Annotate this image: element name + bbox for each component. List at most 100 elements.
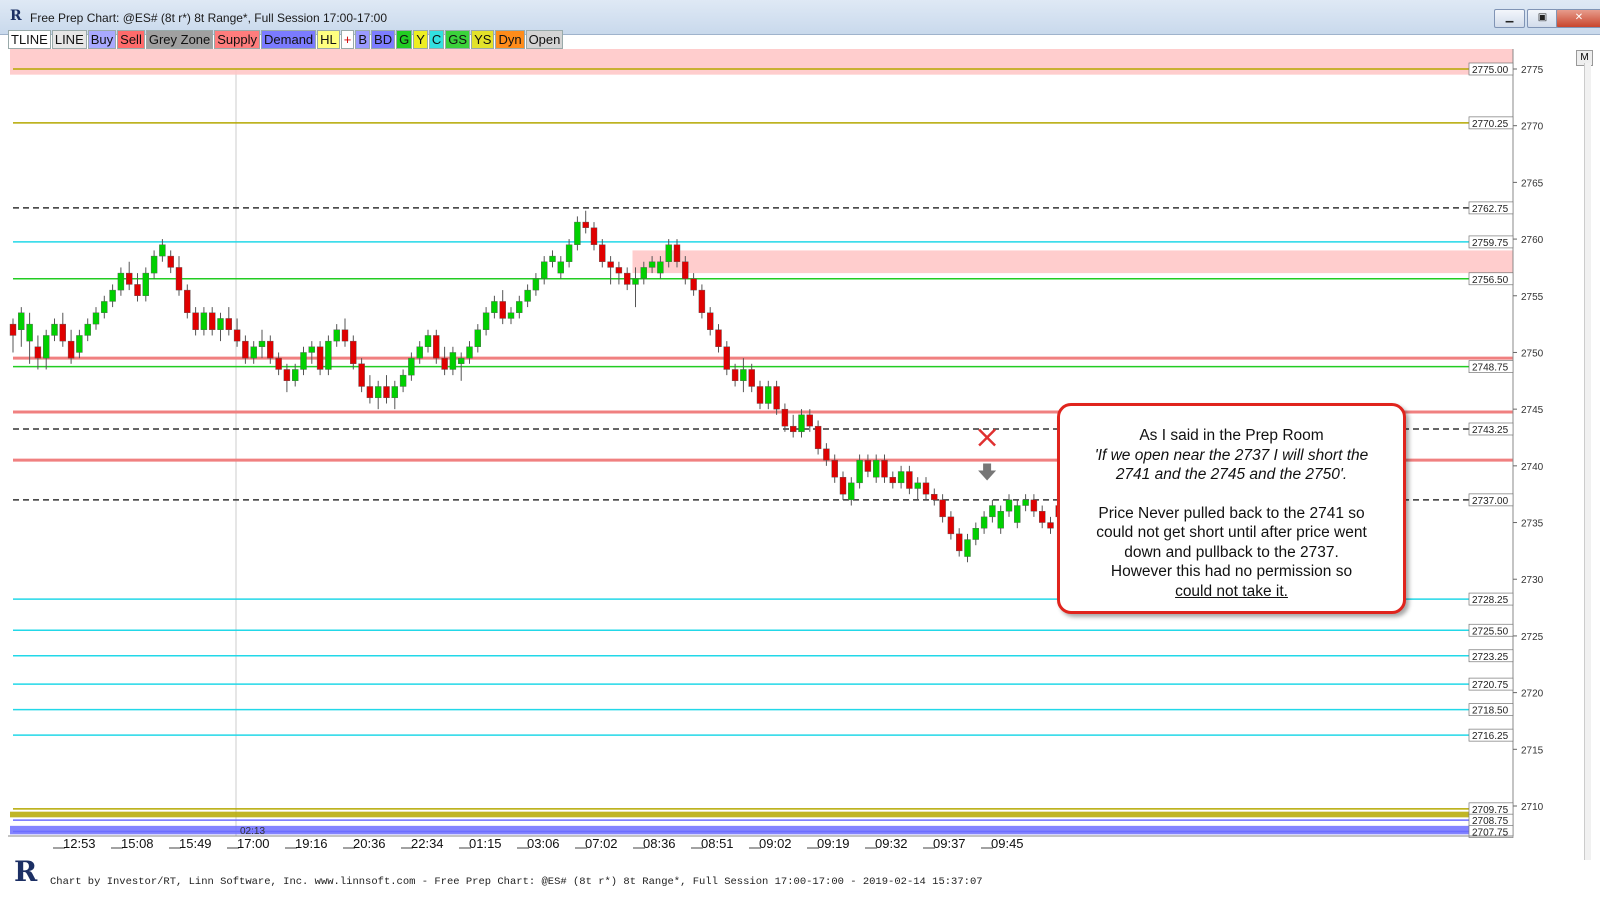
y-tick-label-6: 2740: [1521, 462, 1544, 473]
toolbar-button-sell[interactable]: Sell: [117, 30, 145, 49]
candle-body-123: [1030, 499, 1038, 512]
candle-body-11: [101, 301, 108, 313]
candle-body-83: [698, 289, 706, 313]
maximize-button[interactable]: ▣: [1527, 9, 1558, 28]
toolbar-button-crosshair[interactable]: +: [340, 30, 355, 49]
candle-body-109: [914, 482, 921, 489]
candle-body-102: [856, 459, 863, 484]
candle-body-90: [756, 386, 764, 404]
candle-body-3: [34, 346, 42, 359]
toolbar-button-tline[interactable]: TLINE: [8, 30, 51, 49]
toolbar-button-b[interactable]: B: [355, 30, 371, 49]
toolbar-button-g[interactable]: G: [396, 30, 413, 49]
toolbar-button-open[interactable]: Open: [525, 30, 564, 49]
candle-body-92: [773, 386, 780, 410]
x-tick-label-11: 08:51: [701, 836, 734, 851]
candle-body-79: [665, 244, 672, 262]
callout-line-8: could not take it.: [1175, 582, 1288, 600]
candle-body-12: [109, 289, 116, 302]
toolbar-button-dyn[interactable]: Dyn: [495, 30, 525, 49]
toolbar-button-buy[interactable]: Buy: [87, 30, 117, 49]
y-tick-label-4: 2730: [1521, 575, 1544, 586]
annotation-callout: As I said in the Prep Room 'If we open n…: [1057, 403, 1406, 614]
candle-body-96: [806, 414, 813, 427]
candle-body-27: [233, 329, 241, 342]
toolbar-button-bd[interactable]: BD: [371, 30, 396, 49]
toolbar-button-hl[interactable]: HL: [317, 30, 340, 49]
x-tick-label-13: 09:19: [817, 836, 850, 851]
candle-body-54: [458, 357, 465, 364]
candle-body-50: [424, 335, 432, 347]
candle-body-115: [964, 539, 971, 557]
level-label-7: 2748.75: [1472, 363, 1509, 374]
candle-body-110: [922, 482, 930, 495]
y-tick-label-2: 2720: [1521, 689, 1544, 700]
zone-3: [10, 811, 1513, 818]
toolbar-button-y[interactable]: Y: [413, 30, 428, 49]
level-label-15: 2720.75: [1472, 680, 1509, 691]
candle-body-75: [632, 278, 639, 285]
candle-body-22: [192, 312, 199, 330]
candle-body-43: [366, 386, 374, 399]
candle-body-29: [250, 346, 257, 359]
candle-body-9: [84, 323, 91, 336]
toolbar-button-supply[interactable]: Supply: [214, 30, 261, 49]
candle-body-104: [873, 459, 880, 478]
x-tick-label-16: 09:45: [991, 836, 1024, 851]
candle-body-78: [657, 261, 664, 274]
candle-body-13: [117, 272, 125, 291]
candle-body-114: [956, 533, 963, 552]
candle-body-112: [939, 499, 946, 518]
candle-body-8: [76, 335, 83, 353]
candle-body-122: [1022, 499, 1029, 506]
toolbar-button-line[interactable]: LINE: [51, 30, 87, 49]
candle-body-62: [524, 289, 531, 302]
candle-body-121: [1014, 505, 1021, 523]
y-tick-label-8: 2750: [1521, 348, 1544, 359]
candle-body-38: [325, 340, 332, 370]
candle-body-4: [43, 335, 50, 359]
close-button[interactable]: ✕: [1556, 9, 1600, 28]
candle-body-1: [18, 312, 25, 330]
candle-body-40: [341, 329, 349, 342]
candle-body-74: [624, 272, 631, 285]
minimize-button[interactable]: ▁: [1494, 9, 1525, 28]
candle-body-59: [499, 301, 506, 319]
x-tick-label-10: 08:36: [643, 836, 676, 851]
candle-body-15: [134, 284, 141, 296]
linnsoft-logo: R: [14, 855, 38, 888]
candle-body-116: [972, 528, 979, 540]
candle-body-55: [466, 346, 473, 359]
candle-body-80: [673, 244, 681, 262]
toolbar-button-c[interactable]: C: [428, 30, 445, 49]
toolbar-button-ys[interactable]: YS: [471, 30, 495, 49]
candle-body-2: [26, 323, 33, 342]
price-scrollbar[interactable]: [1584, 63, 1591, 860]
toolbar-button-gs[interactable]: GS: [445, 30, 471, 49]
candle-body-103: [864, 459, 872, 472]
candle-body-84: [707, 312, 714, 330]
app-logo-icon: R: [10, 8, 22, 24]
candle-body-71: [599, 244, 606, 262]
chart-footer: Chart by Investor/RT, Linn Software, Inc…: [50, 876, 983, 888]
level-label-20: 2707.75: [1472, 828, 1509, 839]
candle-body-111: [931, 493, 938, 501]
candle-body-93: [781, 408, 789, 427]
candle-body-41: [350, 340, 357, 365]
candle-body-66: [557, 261, 564, 274]
candle-body-0: [9, 323, 17, 336]
candle-body-18: [159, 244, 166, 257]
x-tick-label-0: 12:53: [63, 836, 96, 851]
toolbar-button-demand[interactable]: Demand: [261, 30, 317, 49]
candle-body-76: [640, 267, 647, 279]
session-marker-label: 02:13: [240, 826, 265, 837]
x-tick-label-5: 20:36: [353, 836, 386, 851]
candle-body-64: [541, 261, 548, 279]
y-tick-label-13: 2775: [1521, 65, 1544, 76]
candle-body-33: [283, 369, 291, 382]
toolbar-button-grey-zone[interactable]: Grey Zone: [145, 30, 214, 49]
candle-body-20: [175, 267, 183, 291]
candle-body-44: [375, 386, 382, 399]
candle-body-113: [947, 516, 955, 535]
candle-body-87: [731, 369, 739, 382]
